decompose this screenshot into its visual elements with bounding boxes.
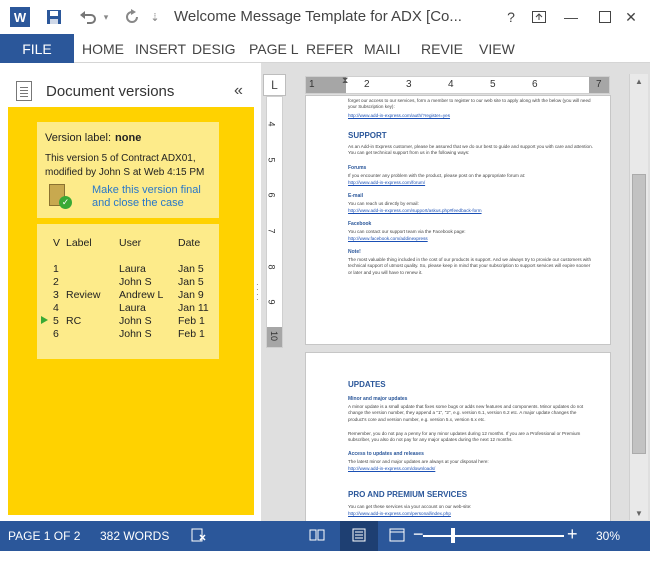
minor-updates-subheading: Minor and major updates bbox=[348, 396, 408, 402]
zoom-slider[interactable] bbox=[423, 535, 564, 537]
page-text: You can contact our support team via the… bbox=[348, 229, 466, 234]
help-button[interactable]: ? bbox=[500, 7, 522, 27]
document-versions-pane-header: Document versions « bbox=[0, 63, 260, 109]
page-text: The most valuable thing included in the … bbox=[348, 257, 592, 275]
tab-file[interactable]: FILE bbox=[0, 34, 74, 63]
scroll-down-icon[interactable]: ▼ bbox=[630, 506, 648, 520]
version-details: This version 5 of Contract ADX01, modifi… bbox=[45, 153, 205, 178]
ribbon-display-options-button[interactable] bbox=[528, 7, 550, 27]
facebook-link[interactable]: http://www.facebook.com/addinexpress bbox=[348, 236, 593, 242]
tab-design[interactable]: DESIG bbox=[192, 34, 236, 63]
note-subheading: Note! bbox=[348, 249, 361, 255]
horizontal-ruler[interactable]: 1 2 3 4 5 6 7 ⧗ bbox=[305, 75, 610, 94]
version-row[interactable]: 4 Laura Jan 11 bbox=[37, 302, 219, 315]
restore-button[interactable] bbox=[594, 7, 616, 27]
collapse-pane-button[interactable]: « bbox=[234, 82, 243, 100]
version-row[interactable]: 2 John S Jan 5 bbox=[37, 276, 219, 289]
word-count-status[interactable]: 382 WORDS bbox=[100, 529, 169, 543]
premium-heading: PRO AND PREMIUM SERVICES bbox=[348, 490, 468, 499]
tab-references[interactable]: REFER bbox=[306, 34, 353, 63]
forums-link[interactable]: http://www.add-in-express.com/forum/ bbox=[348, 180, 593, 186]
page-count-status[interactable]: PAGE 1 OF 2 bbox=[8, 529, 80, 543]
document-icon bbox=[16, 81, 32, 101]
document-page-1[interactable]: forget our access to our services, form … bbox=[305, 95, 611, 345]
tab-review[interactable]: REVIE bbox=[421, 34, 463, 63]
proofing-icon[interactable] bbox=[190, 527, 208, 543]
close-button[interactable]: ✕ bbox=[620, 7, 642, 27]
zoom-slider-thumb[interactable] bbox=[450, 528, 455, 543]
forums-subheading: Forums bbox=[348, 165, 367, 171]
versions-table: V Label User Date 1 Laura Jan 5 2 John S Jan… bbox=[37, 224, 219, 359]
tab-home[interactable]: HOME bbox=[82, 34, 124, 63]
save-icon[interactable] bbox=[44, 6, 64, 28]
register-link[interactable]: http://www.add-in-express.com/auth/?regi… bbox=[348, 113, 593, 119]
facebook-subheading: Facebook bbox=[348, 221, 372, 227]
page-text: If you encounter any problem with the pr… bbox=[348, 173, 526, 178]
customize-qat-icon[interactable]: ⇣ bbox=[148, 6, 162, 28]
page-text: forget our access to our services, form … bbox=[348, 98, 591, 110]
tab-page-layout[interactable]: PAGE L bbox=[249, 34, 299, 63]
scrollbar-thumb[interactable] bbox=[632, 174, 646, 454]
minimize-button[interactable]: — bbox=[560, 7, 582, 27]
version-label-value: none bbox=[115, 132, 142, 144]
word-app-icon[interactable]: W bbox=[10, 7, 30, 27]
undo-icon[interactable] bbox=[78, 6, 98, 28]
make-version-final-link[interactable]: Make this version final and close the ca… bbox=[92, 184, 216, 210]
column-header-version[interactable]: V bbox=[53, 237, 60, 249]
vertical-ruler[interactable]: 4 5 6 7 8 9 10 bbox=[266, 96, 283, 348]
document-versions-pane: Version label: none This version 5 of Con… bbox=[8, 107, 254, 515]
page-text: Remember, you do not pay a penny for any… bbox=[348, 431, 581, 443]
check-icon: ✓ bbox=[59, 196, 72, 209]
page-text: You can reach us directly by email: bbox=[348, 201, 419, 206]
print-layout-icon[interactable] bbox=[350, 527, 368, 543]
tab-mailings[interactable]: MAILI bbox=[364, 34, 401, 63]
undo-dropdown-icon[interactable]: ▾ bbox=[100, 6, 112, 28]
window-bottom-edge bbox=[0, 551, 650, 580]
zoom-in-button[interactable]: + bbox=[567, 524, 578, 545]
status-bar: PAGE 1 OF 2 382 WORDS − + 30% bbox=[0, 521, 650, 551]
version-row[interactable]: 1 Laura Jan 5 bbox=[37, 263, 219, 276]
updates-heading: UPDATES bbox=[348, 380, 386, 389]
version-row[interactable]: 3 Review Andrew L Jan 9 bbox=[37, 289, 219, 302]
column-header-label[interactable]: Label bbox=[66, 237, 92, 249]
access-subheading: Access to updates and releases bbox=[348, 451, 424, 457]
email-subheading: E-mail bbox=[348, 193, 364, 199]
window-title: Welcome Message Template for ADX [Co... bbox=[174, 8, 462, 25]
redo-icon[interactable] bbox=[122, 6, 142, 28]
page-text: A minor update is a small update that fi… bbox=[348, 404, 584, 422]
support-heading: SUPPORT bbox=[348, 131, 387, 140]
ribbon-tabs: FILE HOME INSERT DESIG PAGE L REFER MAIL… bbox=[0, 34, 650, 63]
version-info-card: Version label: none This version 5 of Con… bbox=[37, 122, 219, 218]
page-text: As an Add-in Express customer, please be… bbox=[348, 144, 593, 156]
email-link[interactable]: http://www.add-in-express.com/support/as… bbox=[348, 208, 593, 214]
version-row[interactable]: 6 John S Feb 1 bbox=[37, 328, 219, 341]
scroll-up-icon[interactable]: ▲ bbox=[630, 74, 648, 88]
column-header-user[interactable]: User bbox=[119, 237, 141, 249]
column-header-date[interactable]: Date bbox=[178, 237, 200, 249]
indent-marker-icon[interactable]: ⧗ bbox=[342, 75, 348, 86]
document-page-2[interactable]: UPDATES Minor and major updates A minor … bbox=[305, 352, 611, 524]
tab-insert[interactable]: INSERT bbox=[135, 34, 186, 63]
page-text: You can get these services via your acco… bbox=[348, 504, 472, 509]
vertical-scrollbar[interactable]: ▲ ▼ bbox=[629, 74, 648, 520]
zoom-out-button[interactable]: − bbox=[413, 524, 424, 545]
title-bar: W ▾ ⇣ Welcome Message Template for ADX [… bbox=[0, 0, 650, 34]
personal-link[interactable]: http://www.add-in-express.com/personal/i… bbox=[348, 511, 593, 517]
tab-selector-button[interactable]: L bbox=[263, 74, 286, 96]
version-row-current[interactable]: 5 RC John S Feb 1 bbox=[37, 315, 219, 328]
version-label: Version label: none bbox=[45, 132, 142, 144]
pane-splitter-handle[interactable]: · · · · bbox=[256, 281, 259, 304]
downloads-link[interactable]: http://www.add-in-express.com/downloads/ bbox=[348, 466, 593, 472]
current-version-arrow-icon bbox=[41, 316, 48, 324]
page-text: The latest minor and major updates are a… bbox=[348, 459, 489, 464]
read-mode-icon[interactable] bbox=[308, 527, 326, 543]
tab-view[interactable]: VIEW bbox=[479, 34, 515, 63]
web-layout-icon[interactable] bbox=[388, 527, 406, 543]
zoom-level[interactable]: 30% bbox=[596, 529, 620, 543]
pane-title: Document versions bbox=[46, 83, 175, 100]
